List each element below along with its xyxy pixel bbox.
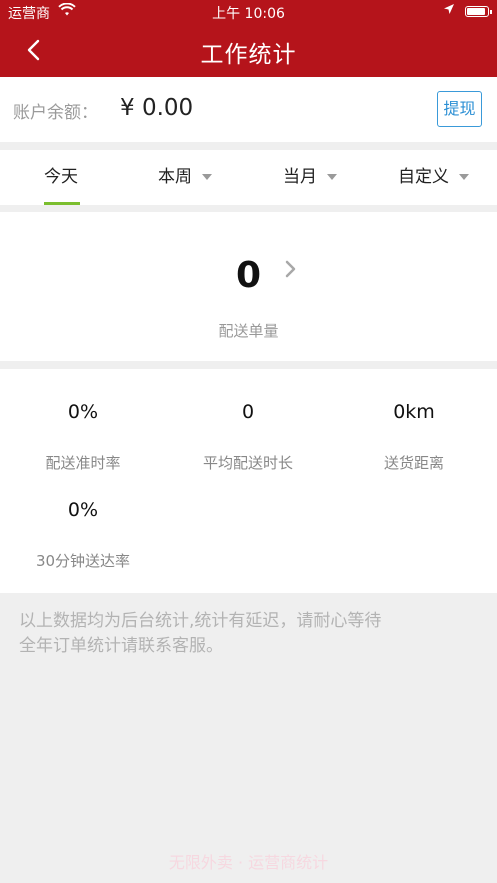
stats-disclaimer: 以上数据均为后台统计,统计有延迟，请耐心等待 全年订单统计请联系客服。: [19, 609, 479, 659]
active-tab-indicator: [44, 202, 80, 205]
balance-value: ¥ 0.00: [120, 95, 194, 121]
stat-30min-rate-label: 30分钟送达率: [35, 552, 131, 570]
tab-label: 自定义: [398, 167, 449, 187]
tab-custom[interactable]: 自定义: [398, 150, 469, 205]
caret-down-icon: [459, 174, 469, 180]
location-arrow-icon: [443, 3, 455, 19]
watermark: 无限外卖 · 运营商统计: [168, 853, 329, 872]
balance-label: 账户余额：: [13, 103, 98, 123]
stat-ontime-rate-label: 配送准时率: [45, 454, 121, 472]
battery-icon: [465, 6, 492, 17]
page-title: 工作统计: [200, 42, 297, 68]
stat-ontime-rate-value: 0%: [67, 401, 99, 423]
stat-distance-label: 送货距离: [383, 454, 444, 472]
tab-month[interactable]: 当月: [283, 150, 337, 205]
nav-bar: 工作统计: [0, 24, 497, 77]
orders-card[interactable]: 0 配送单量: [0, 212, 497, 361]
stat-distance-value: 0km: [393, 401, 435, 423]
caret-down-icon: [327, 174, 337, 180]
withdraw-button[interactable]: 提现: [437, 91, 482, 127]
orders-label: 配送单量: [218, 322, 279, 340]
chevron-right-icon[interactable]: [284, 258, 298, 284]
orders-count: 0: [235, 255, 262, 296]
tab-label: 本周: [158, 167, 192, 187]
caret-down-icon: [202, 174, 212, 180]
balance-row: 账户余额： ¥ 0.00 提现: [0, 77, 497, 142]
tab-label: 今天: [44, 167, 78, 187]
stat-avg-duration-value: 0: [241, 401, 255, 423]
stats-card: 0% 配送准时率 0 平均配送时长 0km 送货距离 0% 30分钟送达率: [0, 369, 497, 593]
stat-30min-rate-value: 0%: [67, 499, 99, 521]
period-tabs: 今天 本周 当月 自定义: [0, 150, 497, 205]
stat-avg-duration-label: 平均配送时长: [202, 454, 293, 472]
tab-today[interactable]: 今天: [44, 150, 78, 205]
tab-label: 当月: [283, 167, 317, 187]
status-bar: 运营商 上午 10:06: [0, 0, 497, 24]
disclaimer-line-1: 以上数据均为后台统计,统计有延迟，请耐心等待: [19, 611, 382, 631]
status-time: 上午 10:06: [212, 6, 285, 22]
disclaimer-line-2: 全年订单统计请联系客服。: [19, 636, 223, 656]
tab-week[interactable]: 本周: [158, 150, 212, 205]
